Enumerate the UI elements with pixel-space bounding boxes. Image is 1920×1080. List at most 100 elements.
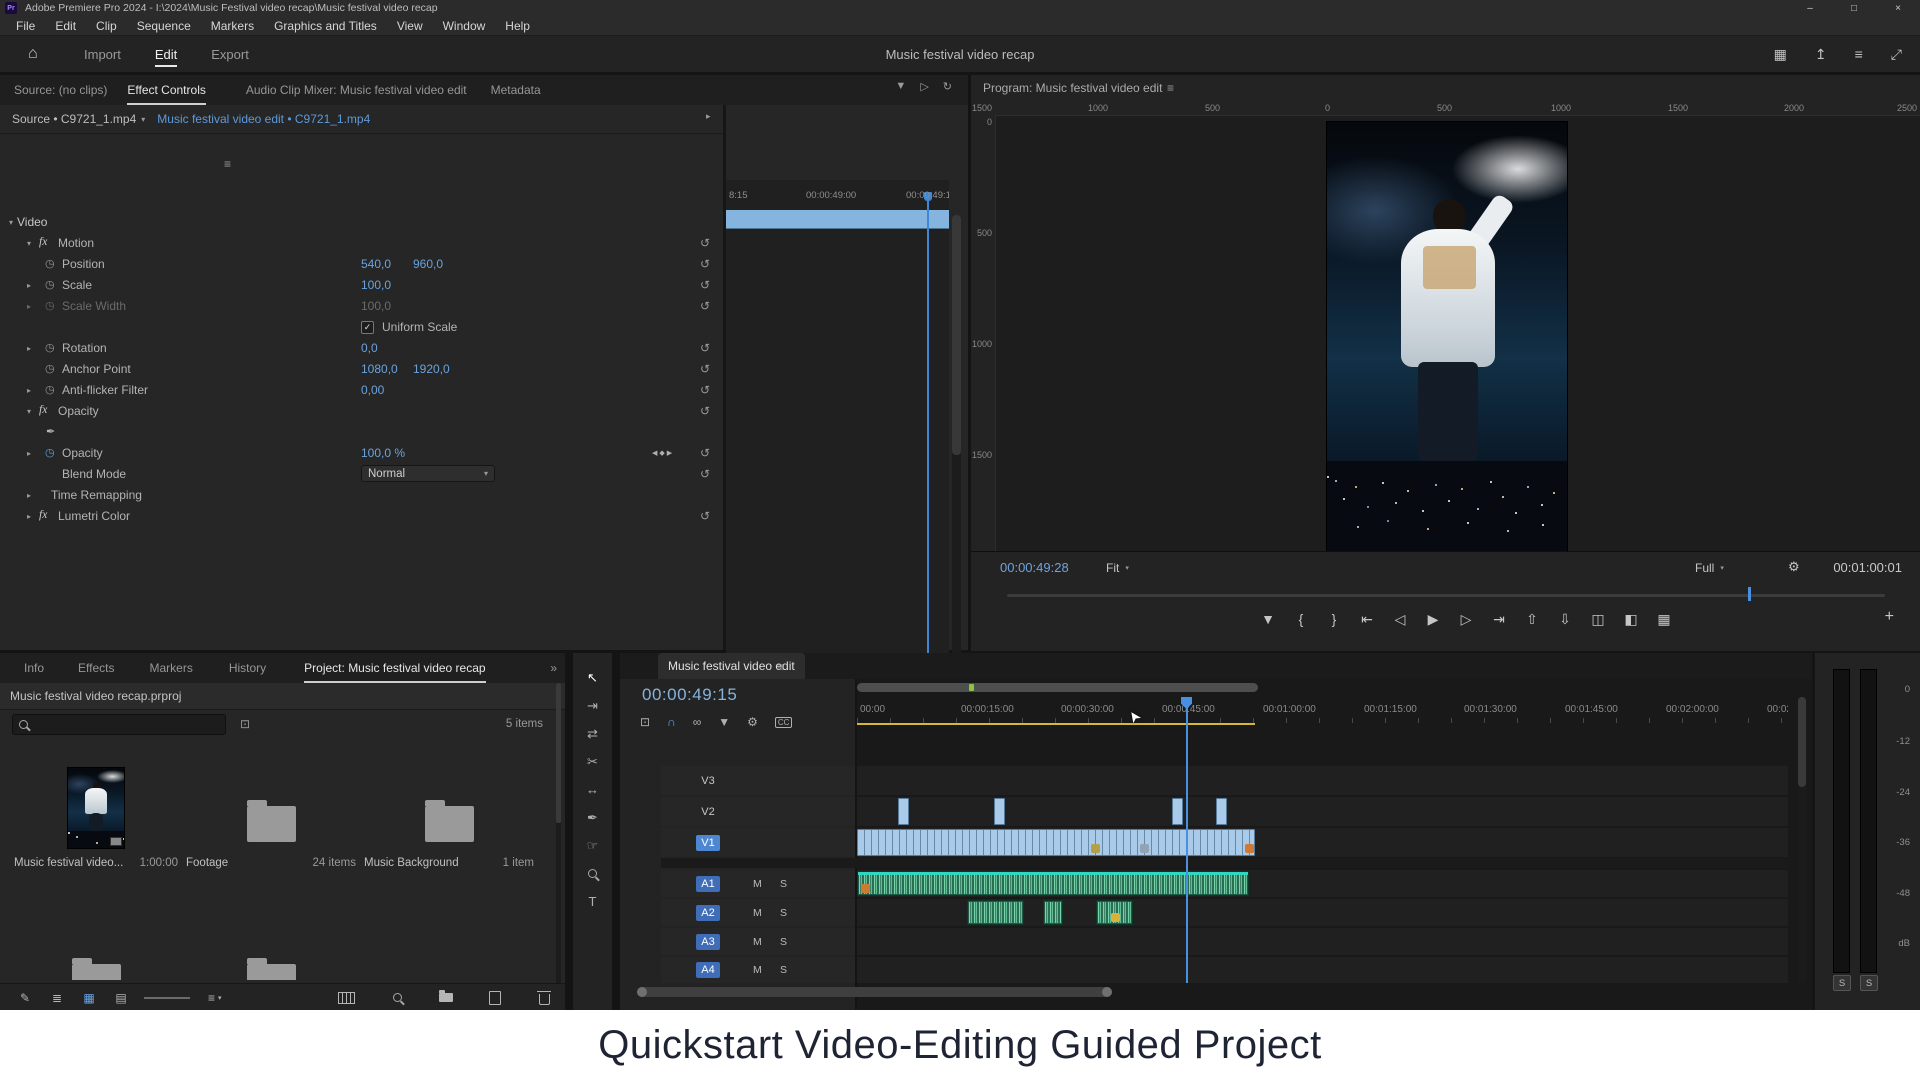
video-clip[interactable] — [1172, 798, 1183, 825]
chevron-icon[interactable]: ▾ — [9, 218, 13, 227]
track-name[interactable]: A1 — [696, 876, 720, 892]
track-name[interactable]: V3 — [696, 773, 720, 789]
parameter-value[interactable]: 1920,0 — [413, 362, 450, 376]
step-forward-button[interactable]: ▷ — [1457, 608, 1475, 630]
panel-tab[interactable]: Metadata — [491, 75, 541, 105]
stopwatch-icon[interactable]: ◷ — [45, 278, 55, 291]
sequence-clip-link[interactable]: Music festival video edit • C9721_1.mp4 — [157, 112, 370, 126]
stopwatch-icon[interactable]: ◷ — [45, 383, 55, 396]
chevron-icon[interactable]: ▸ — [27, 512, 31, 521]
reset-icon[interactable]: ↺ — [700, 383, 710, 397]
panel-tab[interactable]: Markers — [149, 653, 192, 683]
zoom-tool[interactable] — [583, 865, 603, 882]
workspace-tab[interactable]: Import — [84, 36, 121, 72]
zoom-level-dropdown[interactable]: Fit ▾ — [1106, 561, 1129, 575]
maximize-button[interactable]: □ — [1832, 0, 1876, 16]
play-button[interactable]: ▶ — [1424, 608, 1442, 630]
ripple-edit-tool[interactable]: ⇄ — [583, 725, 603, 742]
parameter-value[interactable]: 100,0 — [361, 278, 391, 292]
sequence-timecode[interactable]: 00:00:49:15 — [642, 685, 737, 705]
audio-clip[interactable] — [857, 871, 1249, 896]
track-lane[interactable] — [857, 899, 1788, 926]
play-audio-icon[interactable]: ▷ — [920, 80, 928, 93]
effect-parameter-row[interactable]: ◷ Position 540,0 960,0 ✒ ↺ — [0, 254, 723, 275]
audio-clip[interactable] — [1043, 900, 1063, 925]
panel-menu-icon[interactable]: ≡ — [1167, 81, 1174, 95]
mute-button[interactable]: M — [753, 907, 762, 919]
add-marker-button[interactable]: ▼ — [1259, 608, 1277, 630]
menu-item[interactable]: File — [6, 19, 45, 33]
playhead-line[interactable] — [1186, 701, 1188, 983]
effect-parameter-row[interactable]: ▾ Video ✒ — [0, 212, 723, 233]
item-label[interactable]: Footage — [186, 857, 228, 869]
panel-tab[interactable]: Source: (no clips) — [14, 75, 107, 105]
export-frame-button[interactable]: ◫ — [1589, 608, 1607, 630]
stopwatch-icon[interactable]: ◷ — [45, 341, 55, 354]
menu-item[interactable]: Markers — [201, 19, 264, 33]
effect-parameter-row[interactable]: ▸ ◷ Opacity 100,0 % ✒ ◀◆▶ ↺ — [0, 443, 723, 464]
solo-right-button[interactable]: S — [1860, 975, 1878, 991]
reset-icon[interactable]: ↺ — [700, 341, 710, 355]
audio-clip[interactable] — [1096, 900, 1133, 925]
mark-in-button[interactable]: { — [1292, 608, 1310, 630]
vertical-scrollbar[interactable] — [556, 683, 561, 983]
lift-button[interactable]: ⇧ — [1523, 608, 1541, 630]
chevron-icon[interactable]: ▸ — [27, 386, 31, 395]
bin-folder-icon[interactable] — [247, 964, 296, 980]
vertical-scrollbar[interactable] — [952, 215, 961, 685]
stopwatch-icon[interactable]: ◷ — [45, 299, 55, 312]
create-search-bin-icon[interactable]: ⊡ — [240, 717, 250, 731]
playback-resolution-dropdown[interactable]: Full ▾ — [1695, 561, 1724, 575]
stopwatch-icon[interactable]: ◷ — [45, 362, 55, 375]
freeform-view-icon[interactable]: ▤ — [114, 990, 128, 1006]
panel-tab[interactable]: Effect Controls — [127, 75, 205, 105]
panel-tab[interactable]: Effects — [78, 653, 114, 683]
panel-menu-icon[interactable]: ≡ — [224, 157, 231, 171]
track-name[interactable]: A2 — [696, 905, 720, 921]
icon-view-icon[interactable]: ▦ — [82, 990, 96, 1006]
comparison-view-button[interactable]: ◧ — [1622, 608, 1640, 630]
workspace-tab[interactable]: Edit — [155, 36, 177, 72]
menu-item[interactable]: View — [387, 19, 433, 33]
solo-button[interactable]: S — [780, 878, 787, 890]
effect-parameter-row[interactable]: ▸ Time Remapping ✒ — [0, 485, 723, 506]
effect-controls-mini-timeline[interactable]: 8:1500:00:49:0000:00:49:1 — [726, 180, 949, 705]
reset-icon[interactable]: ↺ — [700, 278, 710, 292]
scrollbar-thumb[interactable] — [857, 683, 1258, 692]
timeline-settings-icon[interactable]: ⚙ — [747, 715, 758, 729]
effect-parameter-row[interactable]: ▸ ◷ Rotation 0,0 ✒ ↺ — [0, 338, 723, 359]
program-video-preview[interactable] — [1327, 122, 1567, 551]
project-item[interactable]: Music Background 1 item — [360, 748, 538, 906]
program-scrubber[interactable] — [1007, 594, 1885, 597]
minimize-button[interactable]: – — [1788, 0, 1832, 16]
mark-out-button[interactable]: } — [1325, 608, 1343, 630]
mute-button[interactable]: M — [753, 936, 762, 948]
track-lane[interactable] — [857, 828, 1788, 857]
panel-tab[interactable]: Info — [24, 653, 44, 683]
razor-tool[interactable]: ✂ — [583, 753, 603, 770]
track-select-forward-tool[interactable]: ⇥ — [583, 697, 603, 714]
bin-folder-icon[interactable] — [247, 806, 296, 842]
search-input[interactable] — [12, 714, 226, 735]
audio-clip[interactable] — [967, 900, 1024, 925]
panel-options-icon[interactable]: ≡ — [1855, 46, 1863, 62]
parameter-value[interactable]: 0,0 — [361, 341, 378, 355]
chevron-icon[interactable]: ▾ — [27, 239, 31, 248]
add-marker-icon[interactable]: ▼ — [718, 715, 730, 729]
chevron-icon[interactable]: ▸ — [27, 302, 31, 311]
hand-tool[interactable]: ☞ — [583, 837, 603, 854]
track-name[interactable]: A3 — [696, 934, 720, 950]
program-timecode[interactable]: 00:00:49:28 — [1000, 560, 1069, 575]
chevron-down-icon[interactable]: ▾ — [141, 115, 145, 124]
maximize-frame-icon[interactable]: ⤢ — [1891, 46, 1902, 63]
effect-parameter-row[interactable]: ▸ fx Lumetri Color ✒ ↺ — [0, 506, 723, 527]
video-clip[interactable] — [1216, 798, 1227, 825]
thumbnail-zoom-slider[interactable] — [144, 997, 190, 999]
timeline-ruler[interactable]: 00:0000:00:15:0000:00:30:0000:00:45:0000… — [857, 697, 1788, 723]
video-clip[interactable] — [857, 829, 1255, 856]
effect-parameter-row[interactable]: ▸ ◷ Anti-flicker Filter 0,00 ✒ ↺ — [0, 380, 723, 401]
list-view-icon[interactable]: ≣ — [50, 990, 64, 1006]
chevron-icon[interactable]: ▸ — [27, 281, 31, 290]
automate-to-sequence-icon[interactable] — [338, 990, 355, 1006]
parameter-value[interactable]: 100,0 — [361, 299, 391, 313]
